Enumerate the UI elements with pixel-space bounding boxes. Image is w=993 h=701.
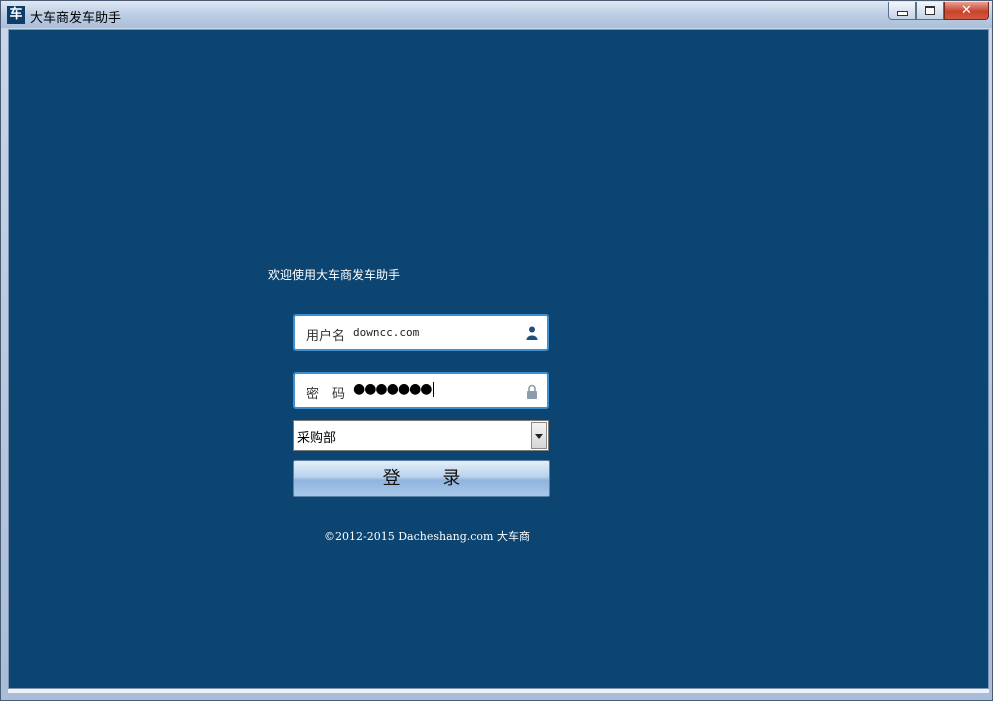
app-icon: 车 bbox=[7, 6, 25, 24]
copyright-text: ©2012-2015 Dacheshang.com 大车商 bbox=[324, 530, 530, 543]
window-title: 大车商发车助手 bbox=[30, 11, 122, 26]
department-value: 采购部 bbox=[297, 431, 337, 446]
app-window: 车 大车商发车助手 ✕ 欢迎使用大车商发车助手 用户名 downcc.com 密… bbox=[0, 0, 993, 701]
text-caret bbox=[432, 381, 434, 397]
close-icon: ✕ bbox=[961, 3, 972, 18]
password-mask: ●●●●●●● bbox=[353, 381, 433, 397]
password-field[interactable]: 密 码 ●●●●●●● bbox=[293, 372, 549, 409]
department-select[interactable]: 采购部 bbox=[293, 420, 549, 451]
maximize-icon bbox=[925, 6, 935, 15]
window-bottom-border bbox=[8, 689, 989, 693]
user-icon bbox=[526, 326, 538, 340]
close-button[interactable]: ✕ bbox=[944, 2, 989, 20]
maximize-button[interactable] bbox=[916, 2, 944, 20]
welcome-text: 欢迎使用大车商发车助手 bbox=[268, 268, 401, 282]
dropdown-arrow-icon[interactable] bbox=[531, 422, 547, 449]
login-button[interactable]: 登 录 bbox=[293, 460, 550, 497]
login-panel: 欢迎使用大车商发车助手 用户名 downcc.com 密 码 ●●●●●●● 采… bbox=[8, 29, 989, 689]
password-label: 密 码 bbox=[306, 387, 346, 402]
username-field[interactable]: 用户名 downcc.com bbox=[293, 314, 549, 351]
username-input[interactable]: downcc.com bbox=[353, 326, 419, 339]
lock-icon bbox=[527, 384, 537, 399]
minimize-icon bbox=[896, 11, 908, 16]
minimize-button[interactable] bbox=[888, 2, 916, 20]
title-bar[interactable]: 车 大车商发车助手 ✕ bbox=[1, 1, 992, 28]
password-input[interactable]: ●●●●●●● bbox=[353, 381, 434, 397]
username-label: 用户名 bbox=[306, 329, 346, 344]
